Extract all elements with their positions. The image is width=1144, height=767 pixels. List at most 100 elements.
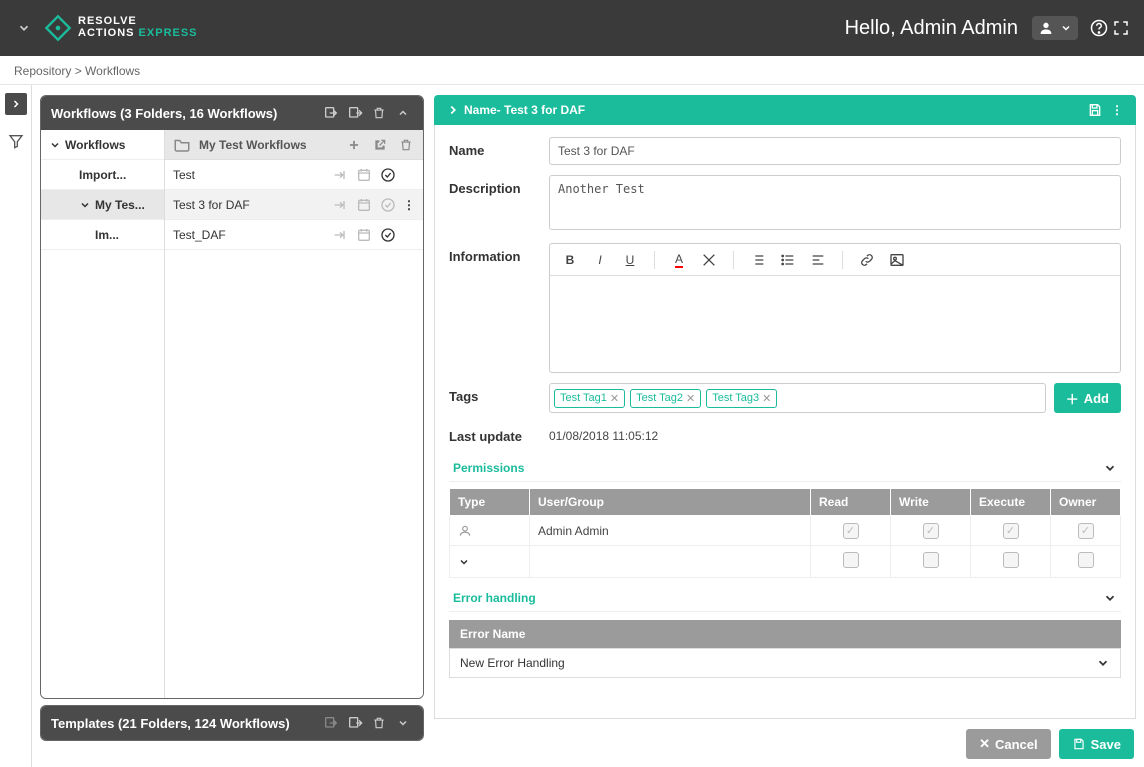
import-icon[interactable] <box>321 103 341 123</box>
execute-checkbox[interactable] <box>1003 552 1019 568</box>
perm-th-write: Write <box>891 489 971 516</box>
greeting-text: Hello, Admin Admin <box>845 17 1018 40</box>
name-input[interactable] <box>549 137 1121 165</box>
tag-remove-icon[interactable]: ✕ <box>686 392 695 405</box>
chevron-down-icon <box>1103 591 1117 605</box>
execute-checkbox[interactable]: ✓ <box>1003 523 1019 539</box>
collapse-icon[interactable] <box>393 103 413 123</box>
templates-panel-title: Templates (21 Folders, 124 Workflows) <box>51 716 290 731</box>
tree-root[interactable]: Workflows <box>41 130 164 160</box>
export-icon[interactable] <box>345 713 365 733</box>
error-handling-section[interactable]: Error handling <box>449 584 1121 612</box>
check-circle-icon[interactable] <box>379 166 397 184</box>
workflow-list: My Test Workflows Test ⋮ Test <box>165 130 423 698</box>
more-menu[interactable]: ⋮ <box>403 198 415 212</box>
app-menu-dropdown[interactable] <box>12 21 36 35</box>
tag-remove-icon[interactable]: ✕ <box>610 392 619 405</box>
tag-chip: Test Tag1✕ <box>554 389 625 408</box>
image-icon[interactable] <box>887 250 907 270</box>
read-checkbox[interactable]: ✓ <box>843 523 859 539</box>
write-checkbox[interactable] <box>923 552 939 568</box>
plus-icon: ＋ <box>1066 389 1079 408</box>
chevron-down-icon <box>1096 656 1110 670</box>
unordered-list-icon[interactable] <box>778 250 798 270</box>
clear-format-icon[interactable] <box>699 250 719 270</box>
information-label: Information <box>449 243 549 373</box>
read-checkbox[interactable] <box>843 552 859 568</box>
calendar-icon[interactable] <box>355 226 373 244</box>
information-textarea[interactable] <box>550 276 1120 372</box>
add-tag-button[interactable]: ＋Add <box>1054 383 1121 413</box>
fullscreen-button[interactable] <box>1110 17 1132 39</box>
last-update-value: 01/08/2018 11:05:12 <box>549 423 1121 444</box>
delete-icon[interactable] <box>397 136 415 154</box>
check-circle-icon[interactable] <box>379 196 397 214</box>
check-circle-icon[interactable] <box>379 226 397 244</box>
add-icon[interactable] <box>345 136 363 154</box>
user-icon <box>458 524 521 538</box>
tree-item[interactable]: Import... <box>41 160 164 190</box>
import-icon[interactable] <box>321 713 341 733</box>
calendar-icon[interactable] <box>355 166 373 184</box>
perm-th-read: Read <box>811 489 891 516</box>
top-bar: RESOLVE ACTIONS EXPRESS Hello, Admin Adm… <box>0 0 1144 56</box>
main: Workflows (3 Folders, 16 Workflows) Work… <box>0 85 1144 767</box>
tag-remove-icon[interactable]: ✕ <box>762 392 771 405</box>
detail-header: Name- Test 3 for DAF ⋮ <box>434 95 1136 125</box>
link-icon[interactable] <box>857 250 877 270</box>
brand-logo: RESOLVE ACTIONS EXPRESS <box>44 14 198 42</box>
perm-th-execute: Execute <box>971 489 1051 516</box>
folder-icon <box>173 136 191 154</box>
chevron-right-icon <box>10 98 22 110</box>
bold-icon[interactable]: B <box>560 250 580 270</box>
italic-icon[interactable]: I <box>590 250 610 270</box>
save-button[interactable]: Save <box>1059 729 1134 759</box>
tree-item[interactable]: Im... <box>41 220 164 250</box>
templates-panel[interactable]: Templates (21 Folders, 124 Workflows) <box>40 705 424 741</box>
chevron-down-icon <box>17 21 31 35</box>
back-button[interactable] <box>442 103 464 117</box>
list-row[interactable]: Test ⋮ <box>165 160 423 190</box>
open-external-icon[interactable] <box>371 136 389 154</box>
delete-icon[interactable] <box>369 713 389 733</box>
header-save-button[interactable] <box>1084 102 1106 118</box>
logo-icon <box>44 14 72 42</box>
owner-checkbox[interactable] <box>1078 552 1094 568</box>
chevron-down-icon <box>1060 22 1072 34</box>
ordered-list-icon[interactable] <box>748 250 768 270</box>
fullscreen-icon <box>1112 19 1130 37</box>
tags-input[interactable]: Test Tag1✕ Test Tag2✕ Test Tag3✕ <box>549 383 1046 413</box>
right-column: Name- Test 3 for DAF ⋮ Name Description … <box>432 85 1144 767</box>
description-input[interactable]: Another Test <box>549 175 1121 230</box>
enter-icon[interactable] <box>331 166 349 184</box>
error-row[interactable]: New Error Handling <box>449 648 1121 678</box>
chevron-down-icon[interactable] <box>458 556 521 568</box>
underline-icon[interactable]: U <box>620 250 640 270</box>
help-button[interactable] <box>1088 17 1110 39</box>
rail-expand-button[interactable] <box>5 93 27 115</box>
calendar-icon[interactable] <box>355 196 373 214</box>
list-row[interactable]: Test_DAF ⋮ <box>165 220 423 250</box>
export-icon[interactable] <box>345 103 365 123</box>
header-more-button[interactable]: ⋮ <box>1106 103 1128 117</box>
filter-button[interactable] <box>8 133 24 149</box>
permission-row: Admin Admin ✓ ✓ ✓ ✓ <box>450 516 1121 546</box>
enter-icon[interactable] <box>331 196 349 214</box>
perm-th-type: Type <box>450 489 530 516</box>
align-icon[interactable] <box>808 250 828 270</box>
chevron-down-icon <box>79 199 91 211</box>
tags-label: Tags <box>449 383 549 413</box>
delete-icon[interactable] <box>369 103 389 123</box>
expand-icon[interactable] <box>393 713 413 733</box>
close-icon: ✕ <box>979 736 990 752</box>
profile-menu[interactable] <box>1032 16 1078 40</box>
last-update-label: Last update <box>449 423 549 444</box>
enter-icon[interactable] <box>331 226 349 244</box>
list-row-selected[interactable]: Test 3 for DAF ⋮ <box>165 190 423 220</box>
write-checkbox[interactable]: ✓ <box>923 523 939 539</box>
cancel-button[interactable]: ✕Cancel <box>966 729 1051 759</box>
permissions-section[interactable]: Permissions <box>449 454 1121 482</box>
tree-item-selected[interactable]: My Tes... <box>41 190 164 220</box>
text-color-icon[interactable]: A <box>669 250 689 270</box>
owner-checkbox[interactable]: ✓ <box>1078 523 1094 539</box>
